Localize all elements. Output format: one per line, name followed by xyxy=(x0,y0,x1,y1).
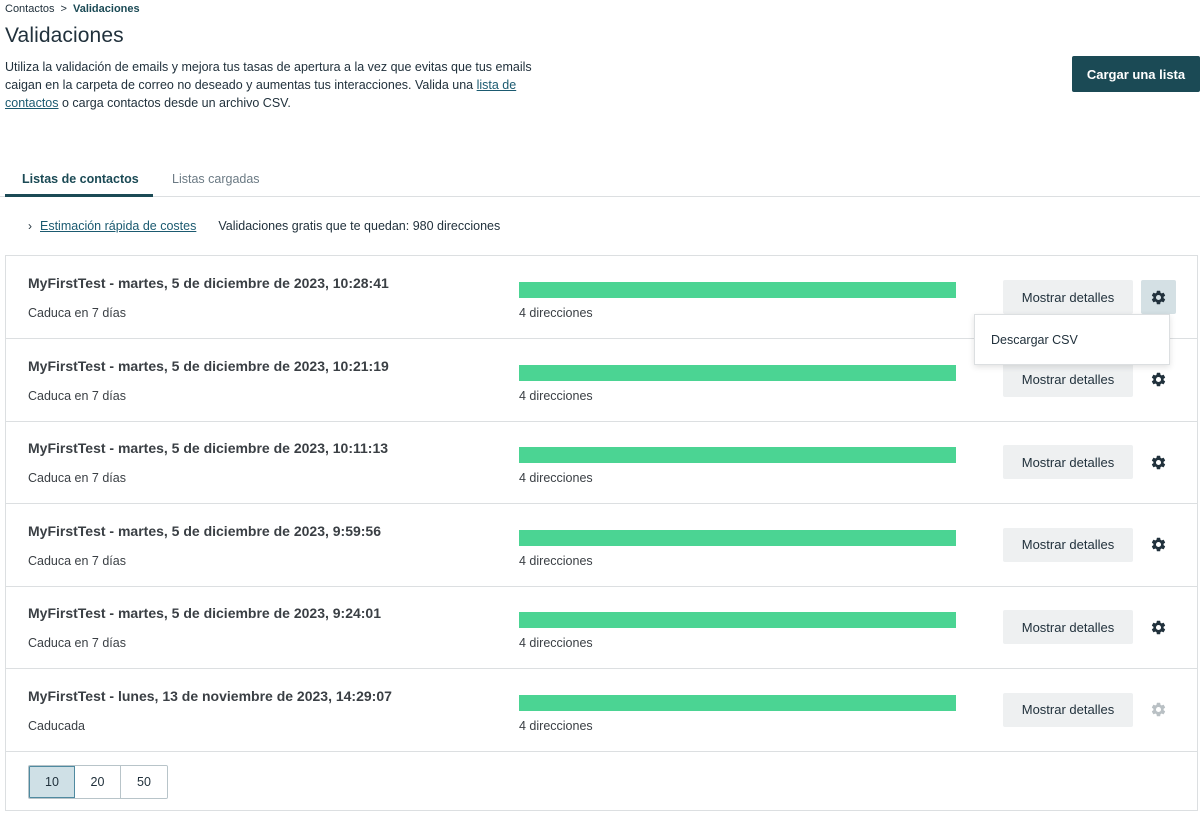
show-details-button[interactable]: Mostrar detalles xyxy=(1003,280,1133,314)
show-details-button[interactable]: Mostrar detalles xyxy=(1003,610,1133,644)
page-size-50[interactable]: 50 xyxy=(121,766,167,798)
page-size-10[interactable]: 10 xyxy=(29,766,75,798)
list-row-status: Caduca en 7 días xyxy=(28,388,126,403)
tab-uploaded-lists[interactable]: Listas cargadas xyxy=(172,172,260,186)
list-row-title: MyFirstTest - lunes, 13 de noviembre de … xyxy=(28,687,392,704)
breadcrumb-link-contactos[interactable]: Contactos xyxy=(5,3,55,15)
show-details-button[interactable]: Mostrar detalles xyxy=(1003,362,1133,397)
gear-icon xyxy=(1151,537,1166,552)
gear-settings-button xyxy=(1141,693,1176,727)
gear-icon xyxy=(1151,620,1166,634)
intro-text-end: o carga contactos desde un archivo CSV. xyxy=(58,96,291,110)
page-intro: Utiliza la validación de emails y mejora… xyxy=(5,58,545,112)
gear-settings-button[interactable] xyxy=(1141,610,1176,644)
address-count: 4 direcciones xyxy=(519,553,593,568)
gear-dropdown-menu: Descargar CSV xyxy=(974,314,1170,365)
estimate-row: › Estimación rápida de costes Validacion… xyxy=(28,219,500,233)
validation-progress-bar xyxy=(519,694,956,711)
list-row-title: MyFirstTest - martes, 5 de diciembre de … xyxy=(28,440,389,456)
gear-settings-button[interactable] xyxy=(1141,280,1176,314)
list-row: MyFirstTest - martes, 5 de diciembre de … xyxy=(6,586,1197,669)
address-count: 4 direcciones xyxy=(519,306,593,320)
list-row: MyFirstTest - martes, 5 de diciembre de … xyxy=(6,421,1197,504)
chevron-right-icon[interactable]: › xyxy=(28,219,32,233)
address-count: 4 direcciones xyxy=(519,718,593,733)
download-csv-menu-item[interactable]: Descargar CSV xyxy=(991,333,1078,347)
list-row-status: Caducada xyxy=(28,718,85,733)
breadcrumb-separator: > xyxy=(60,3,67,15)
list-row-status: Caduca en 7 días xyxy=(28,471,126,485)
tabs: Listas de contactos Listas cargadas xyxy=(0,160,1200,197)
gear-settings-button[interactable] xyxy=(1141,528,1176,562)
gear-icon xyxy=(1151,290,1166,304)
pagination: 10 20 50 xyxy=(28,765,168,799)
show-details-button[interactable]: Mostrar detalles xyxy=(1003,445,1133,479)
cost-estimate-link[interactable]: Estimación rápida de costes xyxy=(40,219,196,233)
list-row: MyFirstTest - martes, 5 de diciembre de … xyxy=(6,504,1197,587)
list-row-title: MyFirstTest - martes, 5 de diciembre de … xyxy=(28,605,382,621)
gear-settings-button[interactable] xyxy=(1141,445,1176,479)
list-row-title: MyFirstTest - martes, 5 de diciembre de … xyxy=(28,275,389,291)
list-row-status: Caduca en 7 días xyxy=(28,306,126,320)
validation-progress-bar xyxy=(519,364,956,381)
intro-text: Utiliza la validación de emails y mejora… xyxy=(5,60,532,92)
address-count: 4 direcciones xyxy=(519,388,593,403)
list-row: MyFirstTest - lunes, 13 de noviembre de … xyxy=(6,669,1197,752)
breadcrumb: Contactos > Validaciones xyxy=(5,3,140,15)
gear-icon xyxy=(1151,372,1166,387)
upload-list-button[interactable]: Cargar una lista xyxy=(1072,56,1200,92)
tab-contact-lists[interactable]: Listas de contactos xyxy=(22,172,139,186)
list-row-status: Caduca en 7 días xyxy=(28,636,126,650)
validation-progress-bar xyxy=(519,529,956,546)
show-details-button[interactable]: Mostrar detalles xyxy=(1003,527,1133,562)
list-row-title: MyFirstTest - martes, 5 de diciembre de … xyxy=(28,357,389,374)
gear-settings-button[interactable] xyxy=(1141,363,1176,397)
gear-icon xyxy=(1151,455,1166,469)
page-title: Validaciones xyxy=(5,24,124,47)
list-row-status: Caduca en 7 días xyxy=(28,553,126,568)
address-count: 4 direcciones xyxy=(519,636,593,650)
active-tab-indicator xyxy=(5,194,153,197)
address-count: 4 direcciones xyxy=(519,471,593,485)
validation-progress-bar xyxy=(519,447,956,463)
gear-icon xyxy=(1151,702,1166,717)
free-validations-text: Validaciones gratis que te quedan: 980 d… xyxy=(218,219,501,233)
validation-progress-bar xyxy=(519,612,956,628)
show-details-button[interactable]: Mostrar detalles xyxy=(1003,692,1133,727)
list-row-title: MyFirstTest - martes, 5 de diciembre de … xyxy=(28,522,382,539)
breadcrumb-current: Validaciones xyxy=(72,3,140,15)
validation-progress-bar xyxy=(519,282,956,298)
page-size-20[interactable]: 20 xyxy=(75,766,121,798)
